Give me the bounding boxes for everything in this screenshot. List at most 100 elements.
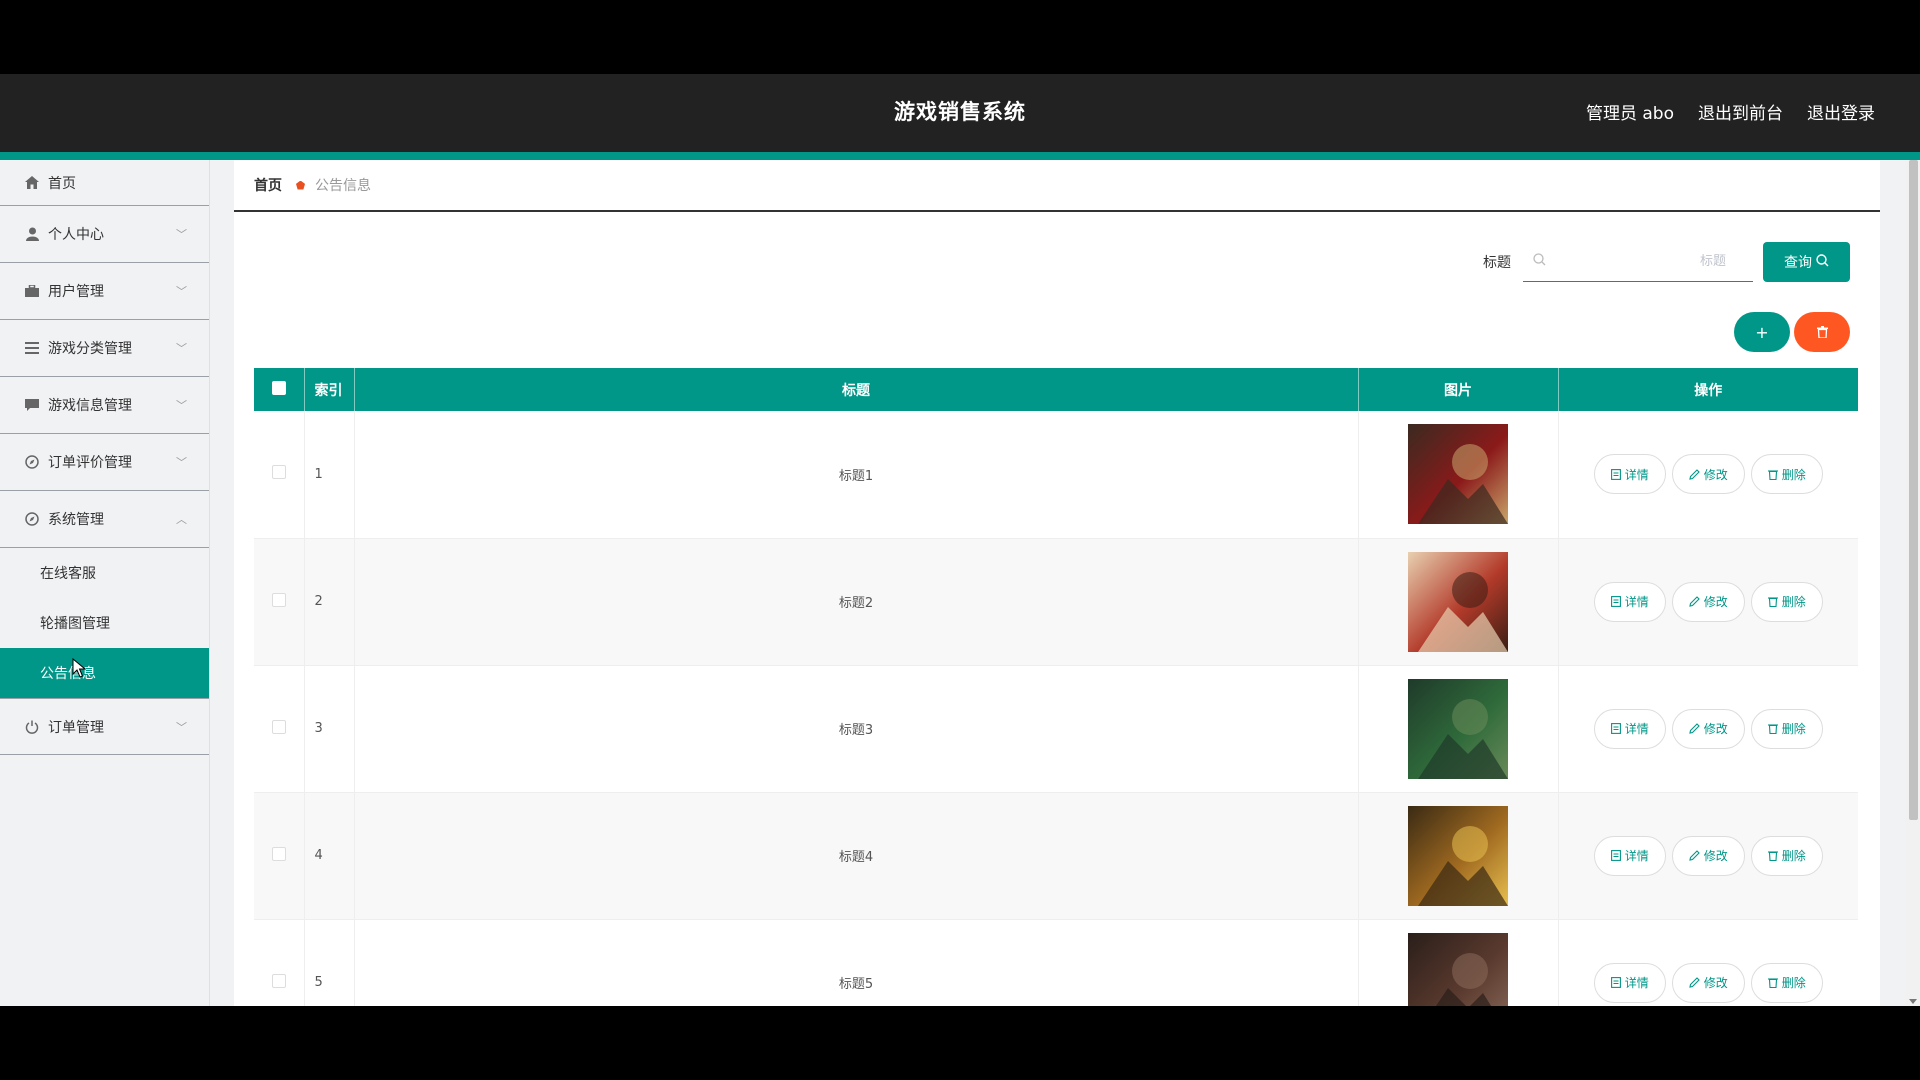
sidebar-item-home[interactable]: 首页 [0,160,209,206]
delete-button[interactable]: 删除 [1750,962,1823,1003]
row-title: 标题2 [354,538,1359,665]
row-actions: 详情 修改 删除 [1558,411,1858,538]
chevron-down-icon: ﹀ [176,456,187,469]
edit-icon [1689,977,1700,988]
edit-button-label: 修改 [1703,849,1728,863]
chevron-up-icon: ︿ [176,513,187,526]
edit-button-label: 修改 [1703,722,1728,736]
sidebar-item-label: 用户管理 [48,284,104,300]
row-select-cell [254,411,305,538]
edit-button-label: 修改 [1703,595,1728,609]
select-all-header [254,368,305,411]
row-checkbox[interactable] [271,973,286,988]
message-icon [24,397,40,413]
trash-icon [1767,470,1778,480]
sidebar-item-order-review[interactable]: 订单评价管理 ﹀ [0,434,209,491]
sidebar-item-label: 首页 [48,175,76,192]
table-body: 1 标题1 详情 修改 删除 2 标题2 详情 修改 删除 3 标题3 详情 修改 删除 4 标题4 详情 修改 删除… [254,411,1858,1006]
edit-button[interactable]: 修改 [1671,581,1745,622]
search-icon [1533,253,1546,270]
delete-button-label: 删除 [1781,849,1806,863]
edit-button[interactable]: 修改 [1671,962,1745,1003]
submenu-item-carousel[interactable]: 轮播图管理 [0,598,209,648]
row-actions: 详情 修改 删除 [1558,792,1858,919]
table-row: 4 标题4 详情 修改 删除 [254,792,1858,919]
delete-button-label: 删除 [1781,722,1806,736]
trash-icon [1816,323,1828,342]
edit-icon [1689,596,1700,607]
column-header-title: 标题 [354,368,1359,411]
row-checkbox[interactable] [271,719,286,734]
accent-bar [0,152,1920,160]
detail-button[interactable]: 详情 [1593,835,1666,876]
row-checkbox[interactable] [271,846,286,861]
query-button-label: 查询 [1784,255,1812,271]
edit-icon [1689,468,1700,480]
sidebar-item-personal-center[interactable]: 个人中心 ﹀ [0,206,209,263]
delete-button[interactable]: 删除 [1750,835,1823,876]
game-poster-image [1408,805,1508,906]
table-header-row: 索引 标题 图片 操作 [254,368,1858,411]
delete-button[interactable]: 删除 [1750,708,1823,749]
sidebar-item-order-management[interactable]: 订单管理 ﹀ [0,698,209,755]
search-input[interactable] [1546,254,1726,269]
row-select-cell [254,792,305,919]
detail-button[interactable]: 详情 [1593,454,1666,495]
table-row: 5 标题5 详情 修改 删除 [254,919,1858,1006]
select-all-checkbox[interactable] [271,380,286,395]
submenu-item-online-service[interactable]: 在线客服 [0,548,209,598]
row-title: 标题4 [354,792,1359,919]
admin-user[interactable]: 管理员 abo [1586,99,1674,124]
detail-button[interactable]: 详情 [1593,708,1666,749]
sidebar-item-system-management[interactable]: 系统管理 ︿ [0,491,209,548]
row-title: 标题1 [354,411,1359,538]
detail-button[interactable]: 详情 [1593,581,1666,622]
breadcrumb: 首页 公告信息 [234,160,1880,212]
sidebar-item-user-management[interactable]: 用户管理 ﹀ [0,263,209,320]
sidebar-item-label: 游戏分类管理 [48,341,132,357]
list-icon [24,340,40,356]
delete-button-label: 删除 [1781,976,1806,990]
row-checkbox[interactable] [271,465,286,480]
delete-button[interactable]: 删除 [1750,581,1823,622]
breadcrumb-home[interactable]: 首页 [254,175,282,195]
detail-button[interactable]: 详情 [1593,962,1666,1003]
row-image-cell [1358,792,1559,919]
edit-icon [1689,723,1700,734]
detail-button-label: 详情 [1624,595,1649,609]
row-image-cell [1358,919,1559,1006]
game-poster-image [1408,678,1508,779]
page-scrollbar[interactable] [1906,160,1920,1006]
edit-button[interactable]: 修改 [1671,708,1745,749]
edit-button[interactable]: 修改 [1671,454,1745,495]
document-icon [1610,723,1621,734]
power-icon [24,719,40,735]
delete-button-label: 删除 [1781,595,1806,609]
row-actions: 详情 修改 删除 [1558,919,1858,1006]
scrollbar-thumb[interactable] [1909,160,1918,820]
sidebar-item-label: 系统管理 [48,512,104,528]
trash-icon [1767,851,1778,861]
row-actions: 详情 修改 删除 [1558,538,1858,665]
delete-button[interactable]: 删除 [1750,454,1823,495]
search-label: 标题 [1483,255,1511,271]
document-icon [1610,977,1621,988]
edit-button[interactable]: 修改 [1671,835,1745,876]
exit-to-frontend-link[interactable]: 退出到前台 [1698,99,1783,124]
trash-icon [1767,724,1778,734]
game-poster-image [1408,932,1508,1006]
chevron-down-icon: ﹀ [176,285,187,298]
batch-delete-button[interactable] [1794,312,1850,352]
edit-button-label: 修改 [1703,467,1728,482]
logout-link[interactable]: 退出登录 [1807,99,1875,124]
detail-button-label: 详情 [1624,467,1649,482]
document-icon [1610,468,1621,480]
query-button[interactable]: 查询 [1763,242,1850,282]
sidebar-item-game-category[interactable]: 游戏分类管理 ﹀ [0,320,209,377]
sidebar-item-game-info[interactable]: 游戏信息管理 ﹀ [0,377,209,434]
scroll-down-arrow-icon[interactable] [1909,999,1917,1004]
row-checkbox[interactable] [271,592,286,607]
delete-button-label: 删除 [1781,467,1806,482]
submenu-item-announcement[interactable]: 公告信息 [0,648,209,698]
add-button[interactable]: + [1734,312,1790,352]
